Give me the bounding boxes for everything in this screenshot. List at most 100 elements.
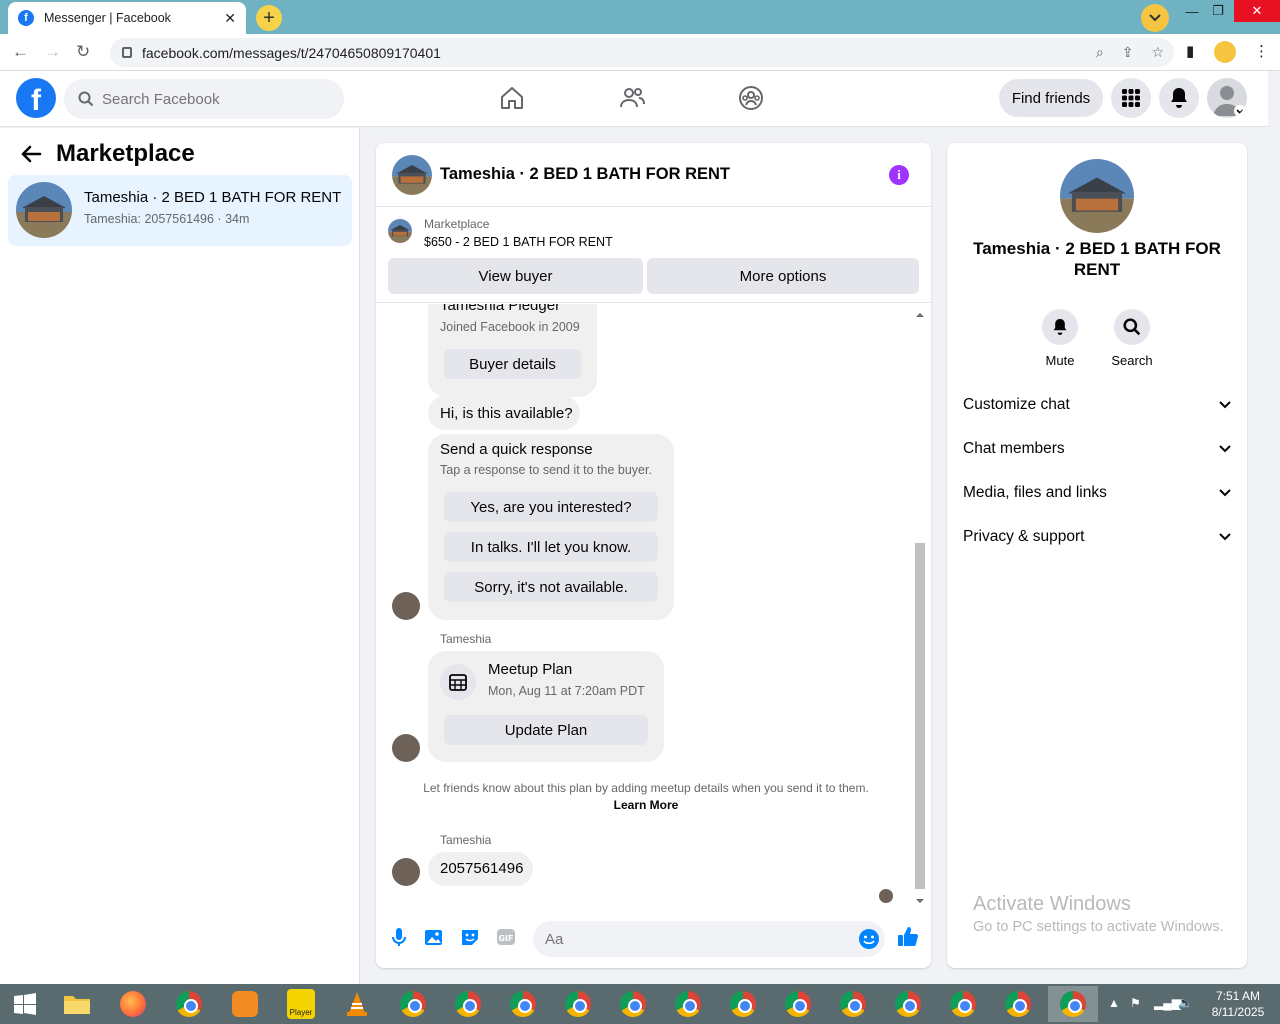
chat-header-name[interactable]: Tameshia · 2 BED 1 BATH FOR RENT	[440, 165, 730, 184]
browser-tab-bar: f Messenger | Facebook ✕ + — ❐ ✕	[0, 0, 1280, 34]
quick-response-yes-button[interactable]: Yes, are you interested?	[444, 492, 658, 522]
message-thread[interactable]: Tameshia Pledger Joined Facebook in 2009…	[376, 304, 931, 904]
side-panel-icon[interactable]: ▮	[1186, 42, 1194, 60]
chrome-profile-taskbar-icon[interactable]	[553, 986, 603, 1022]
quick-response-in-talks-button[interactable]: In talks. I'll let you know.	[444, 532, 658, 562]
quick-response-not-available-button[interactable]: Sorry, it's not available.	[444, 572, 658, 602]
start-button[interactable]	[0, 986, 50, 1022]
browser-profile-avatar[interactable]	[1214, 41, 1236, 63]
microphone-icon[interactable]	[388, 926, 410, 948]
sticker-icon[interactable]	[459, 926, 481, 948]
learn-more-link[interactable]: Learn More	[376, 798, 916, 812]
groups-icon[interactable]	[737, 84, 765, 112]
conversation-item[interactable]: Tameshia · 2 BED 1 BATH FOR RENT Tameshi…	[8, 175, 352, 246]
share-icon[interactable]: ⇪	[1122, 44, 1134, 61]
chrome-profile-taskbar-icon[interactable]	[388, 986, 438, 1022]
chrome-profile-taskbar-icon[interactable]	[773, 986, 823, 1022]
system-clock[interactable]: 7:51 AM 8/11/2025	[1200, 988, 1276, 1020]
restore-window-button[interactable]: ❐	[1206, 0, 1230, 22]
listing-price-title[interactable]: $650 - 2 BED 1 BATH FOR RENT	[424, 235, 613, 249]
emoji-icon[interactable]	[858, 928, 880, 950]
find-friends-button[interactable]: Find friends	[999, 79, 1103, 117]
bookmark-star-icon[interactable]: ☆	[1151, 44, 1164, 61]
uc-browser-icon	[232, 991, 258, 1017]
file-explorer-taskbar-icon[interactable]	[52, 986, 102, 1022]
close-window-button[interactable]: ✕	[1234, 0, 1280, 22]
scroll-down-icon[interactable]	[915, 897, 925, 905]
page-scrollbar[interactable]	[1268, 71, 1280, 984]
thread-scrollbar-thumb[interactable]	[915, 543, 925, 889]
conversation-details-panel: Tameshia · 2 BED 1 BATH FOR RENT Mute Se…	[947, 143, 1247, 968]
mute-button[interactable]	[1042, 309, 1078, 345]
listing-banner: Marketplace $650 - 2 BED 1 BATH FOR RENT…	[376, 207, 931, 303]
info-icon[interactable]: i	[889, 165, 909, 185]
menu-button[interactable]	[1111, 78, 1151, 118]
chrome-profile-taskbar-icon[interactable]	[608, 986, 658, 1022]
chrome-profile-taskbar-icon[interactable]	[828, 986, 878, 1022]
house-photo-icon	[392, 155, 432, 195]
show-hidden-icons-icon[interactable]: ▲	[1108, 996, 1120, 1010]
back-arrow-icon[interactable]	[20, 145, 42, 163]
chrome-profile-taskbar-icon[interactable]	[993, 986, 1043, 1022]
facebook-logo-icon[interactable]: f	[16, 78, 56, 118]
gif-icon[interactable]: GIF	[495, 926, 517, 948]
privacy-support-section[interactable]: Privacy & support	[955, 517, 1239, 557]
sender-avatar[interactable]	[392, 592, 420, 620]
chrome-profile-taskbar-icon[interactable]	[663, 986, 713, 1022]
zoom-search-icon[interactable]: ⌕	[1096, 44, 1104, 61]
search-in-conversation-button[interactable]	[1114, 309, 1150, 345]
chat-header-thumbnail[interactable]	[392, 155, 432, 195]
minimize-window-button[interactable]: —	[1180, 0, 1204, 22]
message-input-field[interactable]	[533, 921, 885, 957]
sender-avatar[interactable]	[392, 858, 420, 886]
facebook-search-input[interactable]	[102, 90, 322, 108]
mute-action[interactable]: Mute	[1030, 309, 1090, 368]
message-text: Hi, is this available?	[440, 405, 573, 422]
message-input[interactable]	[545, 930, 845, 948]
home-icon[interactable]	[498, 84, 526, 112]
vlc-taskbar-icon[interactable]	[332, 986, 382, 1022]
update-plan-button[interactable]: Update Plan	[444, 715, 648, 745]
tab-search-button[interactable]	[1141, 4, 1169, 32]
notifications-button[interactable]	[1159, 78, 1199, 118]
back-arrow-icon[interactable]: ←	[12, 42, 29, 62]
action-center-flag-icon[interactable]: ⚑	[1130, 996, 1141, 1010]
media-files-links-section[interactable]: Media, files and links	[955, 473, 1239, 513]
forward-arrow-icon[interactable]: →	[44, 42, 61, 62]
chrome-profile-taskbar-icon[interactable]	[718, 986, 768, 1022]
volume-icon[interactable]: 🔈	[1178, 996, 1193, 1010]
chrome-active-taskbar-icon[interactable]	[1048, 986, 1098, 1022]
chrome-profile-taskbar-icon[interactable]	[443, 986, 493, 1022]
chrome-taskbar-icon[interactable]	[164, 986, 214, 1022]
new-tab-button[interactable]: +	[256, 5, 282, 31]
more-options-button[interactable]: More options	[647, 258, 919, 294]
customize-chat-section[interactable]: Customize chat	[955, 385, 1239, 425]
browser-tab[interactable]: f Messenger | Facebook ✕	[8, 2, 246, 34]
search-action[interactable]: Search	[1102, 309, 1162, 368]
reload-icon[interactable]: ↻	[76, 42, 90, 62]
friends-icon[interactable]	[618, 84, 646, 112]
account-avatar[interactable]	[1207, 78, 1247, 118]
browser-menu-icon[interactable]: ⋮	[1254, 42, 1269, 60]
buyer-details-button[interactable]: Buyer details	[444, 349, 581, 379]
chat-members-section[interactable]: Chat members	[955, 429, 1239, 469]
chrome-profile-taskbar-icon[interactable]	[938, 986, 988, 1022]
details-thumbnail[interactable]	[1060, 159, 1134, 233]
firefox-taskbar-icon[interactable]	[108, 986, 158, 1022]
scroll-up-icon[interactable]	[915, 311, 925, 319]
network-signal-icon[interactable]: ▂▄▆	[1154, 996, 1181, 1010]
player-taskbar-icon[interactable]: Player	[276, 986, 326, 1022]
chrome-profile-taskbar-icon[interactable]	[498, 986, 548, 1022]
url-field[interactable]: facebook.com/messages/t/2470465080917040…	[110, 38, 1174, 67]
quick-response-title: Send a quick response	[440, 441, 593, 458]
uc-browser-taskbar-icon[interactable]	[220, 986, 270, 1022]
sender-avatar[interactable]	[392, 734, 420, 762]
listing-thumbnail	[16, 182, 72, 238]
close-tab-icon[interactable]: ✕	[224, 10, 236, 27]
photo-icon[interactable]	[423, 926, 445, 948]
view-buyer-button[interactable]: View buyer	[388, 258, 643, 294]
chrome-profile-taskbar-icon[interactable]	[883, 986, 933, 1022]
facebook-search-bar[interactable]	[64, 79, 344, 119]
thumbs-up-icon[interactable]	[897, 925, 919, 947]
chrome-icon	[565, 991, 591, 1017]
